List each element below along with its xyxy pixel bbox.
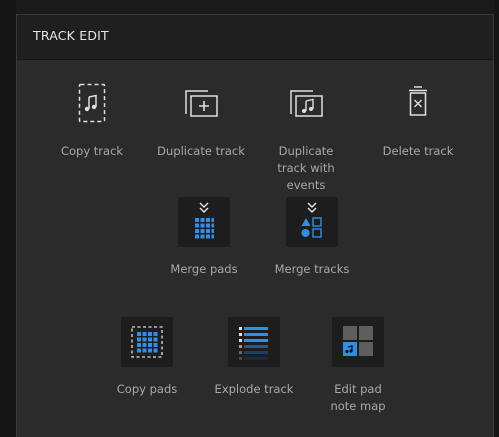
explode-track-icon	[228, 317, 280, 367]
copy-track-icon	[78, 83, 106, 123]
copy-track-button[interactable]: Copy track	[59, 83, 125, 158]
panel-title: TRACK EDIT	[33, 28, 109, 43]
duplicate-track-icon	[182, 87, 220, 119]
edit-pad-note-map-icon	[332, 317, 384, 367]
merge-tracks-icon	[286, 197, 338, 247]
duplicate-track-with-events-label: Duplicate track with events	[277, 144, 335, 192]
merge-pads-icon	[178, 197, 230, 247]
right-edge	[494, 0, 499, 437]
delete-track-label: Delete track	[382, 144, 454, 158]
edit-pad-note-map-button[interactable]: Edit pad note map	[317, 317, 399, 427]
explode-track-button[interactable]: Explode track	[207, 317, 301, 397]
copy-pads-button[interactable]: Copy pads	[105, 317, 189, 397]
left-edge	[0, 0, 16, 437]
merge-tracks-button[interactable]: Merge tracks	[267, 197, 357, 277]
edit-pad-note-map-label: Edit pad note map	[330, 382, 386, 413]
duplicate-track-with-events-button[interactable]: Duplicate track with events	[257, 83, 355, 192]
delete-track-icon	[407, 83, 429, 119]
explode-track-label: Explode track	[214, 382, 294, 396]
panel-header: TRACK EDIT	[17, 15, 493, 60]
track-edit-panel: TRACK EDIT Copy track Duplicate track Du…	[16, 14, 494, 437]
duplicate-track-with-events-icon	[287, 87, 325, 119]
duplicate-track-label: Duplicate track	[157, 144, 245, 158]
copy-pads-label: Copy pads	[116, 382, 178, 396]
copy-pads-icon	[121, 317, 173, 367]
merge-pads-button[interactable]: Merge pads	[159, 197, 249, 277]
delete-track-button[interactable]: Delete track	[377, 83, 459, 158]
duplicate-track-button[interactable]: Duplicate track	[153, 83, 249, 158]
merge-pads-label: Merge pads	[170, 262, 238, 276]
merge-tracks-label: Merge tracks	[274, 262, 350, 276]
copy-track-label: Copy track	[60, 144, 124, 158]
